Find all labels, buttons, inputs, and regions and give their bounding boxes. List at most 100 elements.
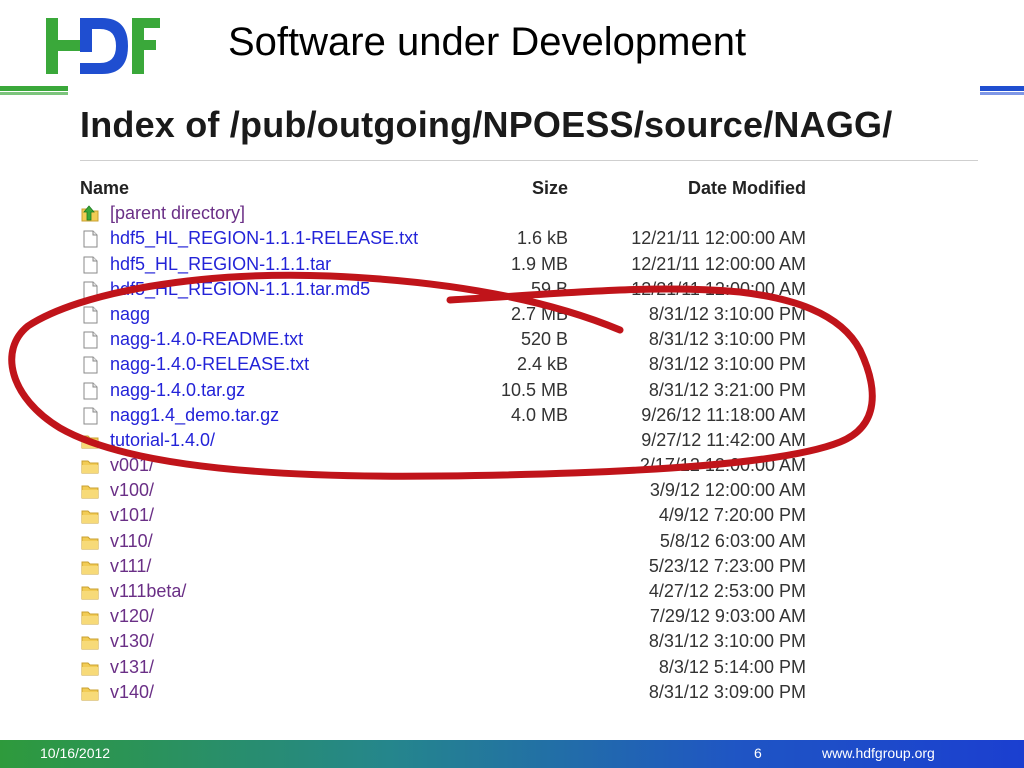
table-row: v111/5/23/12 7:23:00 PM bbox=[80, 554, 820, 579]
file-date-modified: 8/31/12 3:09:00 PM bbox=[648, 681, 806, 702]
file-icon bbox=[83, 382, 98, 399]
file-date-modified: 8/31/12 3:21:00 PM bbox=[648, 379, 806, 400]
file-link[interactable]: v110/ bbox=[110, 529, 153, 554]
file-size: 4.0 MB bbox=[510, 404, 568, 425]
file-link[interactable]: v120/ bbox=[110, 604, 154, 629]
file-link[interactable]: nagg bbox=[110, 302, 150, 327]
file-size: 10.5 MB bbox=[500, 379, 568, 400]
heading-divider bbox=[80, 160, 978, 161]
footer-url[interactable]: www.hdfgroup.org bbox=[822, 745, 935, 761]
file-icon bbox=[83, 331, 98, 349]
table-row: nagg-1.4.0-README.txt 520 B 8/31/12 3:10:0… bbox=[80, 327, 820, 352]
table-row: hdf5_HL_REGION-1.1.1-RELEASE.txt 1.6 kB 12… bbox=[80, 226, 820, 251]
file-size: 1.9 MB bbox=[510, 253, 568, 274]
header-accent-bar-left bbox=[0, 86, 68, 91]
table-row: v101/4/9/12 7:20:00 PM bbox=[80, 503, 820, 528]
file-date-modified: 3/9/12 12:00:00 AM bbox=[649, 480, 806, 501]
file-link[interactable]: hdf5_HL_REGION-1.1.1.tar bbox=[110, 252, 331, 277]
file-link[interactable]: nagg-1.4.0-RELEASE.txt bbox=[110, 352, 309, 377]
folder-icon bbox=[81, 510, 99, 524]
file-size: 2.7 MB bbox=[510, 303, 568, 324]
folder-icon bbox=[81, 611, 99, 625]
directory-listing: Name Size Date Modified [parent director… bbox=[80, 176, 820, 705]
file-date-modified: 8/3/12 5:14:00 PM bbox=[658, 656, 806, 677]
table-row: nagg 2.7 MB 8/31/12 3:10:00 PM bbox=[80, 302, 820, 327]
slide-footer: 10/16/2012 6 www.hdfgroup.org bbox=[0, 740, 1024, 768]
folder-icon bbox=[81, 536, 99, 550]
table-row: hdf5_HL_REGION-1.1.1.tar.md5 59 B 12/21/11… bbox=[80, 277, 820, 302]
file-size: 2.4 kB bbox=[516, 354, 568, 375]
file-size: 59 B bbox=[530, 278, 568, 299]
file-date-modified: 8/31/12 3:10:00 PM bbox=[648, 354, 806, 375]
column-header-size[interactable]: Size bbox=[532, 176, 568, 200]
file-icon bbox=[83, 306, 98, 324]
folder-icon bbox=[81, 561, 99, 575]
file-date-modified: 12/21/11 12:00:00 AM bbox=[631, 278, 806, 299]
table-row: nagg-1.4.0-RELEASE.txt 2.4 kB 8/31/12 3:10… bbox=[80, 352, 820, 377]
file-link[interactable]: v130/ bbox=[110, 629, 154, 654]
folder-icon bbox=[81, 485, 99, 499]
file-date-modified: 4/27/12 2:53:00 PM bbox=[648, 581, 806, 601]
file-link[interactable]: v101/ bbox=[110, 503, 154, 528]
file-link[interactable]: nagg1.4_demo.tar.gz bbox=[110, 403, 279, 428]
folder-icon bbox=[81, 435, 99, 449]
file-link[interactable]: v001/ bbox=[110, 453, 154, 478]
file-link[interactable]: v131/ bbox=[110, 655, 154, 680]
file-icon bbox=[83, 356, 98, 374]
folder-icon bbox=[81, 662, 99, 676]
index-heading: Index of /pub/outgoing/NPOESS/source/NAG… bbox=[80, 104, 893, 145]
file-date-modified: 9/27/12 11:42:00 AM bbox=[641, 429, 806, 450]
file-icon bbox=[83, 407, 98, 425]
listing-rows: [parent directory] hdf5_HL_REGION-1.1.1-R… bbox=[80, 201, 820, 705]
file-link[interactable]: v111/ bbox=[110, 554, 151, 579]
table-row: v120/7/29/12 9:03:00 AM bbox=[80, 604, 820, 629]
table-row: v001/2/17/12 12:00:00 AM bbox=[80, 453, 820, 478]
table-row: v111beta/4/27/12 2:53:00 PM bbox=[80, 579, 820, 604]
file-date-modified: 8/31/12 3:10:00 PM bbox=[648, 303, 806, 324]
table-row: nagg-1.4.0.tar.gz 10.5 MB 8/31/12 3:21:00 … bbox=[80, 378, 820, 403]
column-header-date[interactable]: Date Modified bbox=[688, 176, 806, 200]
file-icon bbox=[83, 230, 98, 248]
file-date-modified: 12/21/11 12:00:00 AM bbox=[631, 253, 806, 274]
folder-icon bbox=[81, 460, 99, 474]
file-link[interactable]: [parent directory] bbox=[110, 201, 245, 226]
parent-directory-icon bbox=[81, 205, 99, 222]
file-date-modified: 4/9/12 7:20:00 PM bbox=[658, 505, 806, 526]
file-link[interactable]: v140/ bbox=[110, 680, 154, 705]
file-link[interactable]: tutorial-1.4.0/ bbox=[110, 428, 215, 453]
hdf-logo bbox=[46, 18, 160, 74]
file-date-modified: 8/31/12 3:10:00 PM bbox=[648, 631, 806, 652]
file-size: 520 B bbox=[520, 329, 568, 350]
slide-title: Software under Development bbox=[228, 20, 747, 64]
footer-date: 10/16/2012 bbox=[40, 745, 111, 761]
folder-icon bbox=[81, 636, 99, 650]
file-link[interactable]: nagg-1.4.0.tar.gz bbox=[110, 378, 245, 403]
table-row: nagg1.4_demo.tar.gz 4.0 MB 9/26/12 11:18:0… bbox=[80, 403, 820, 428]
file-date-modified: 5/8/12 6:03:00 AM bbox=[659, 530, 806, 551]
file-date-modified: 7/29/12 9:03:00 AM bbox=[649, 606, 806, 627]
file-date-modified: 12/21/11 12:00:00 AM bbox=[631, 228, 806, 249]
file-link[interactable]: v111beta/ bbox=[110, 579, 186, 604]
table-row: tutorial-1.4.0/9/27/12 11:42:00 AM bbox=[80, 428, 820, 453]
file-icon bbox=[83, 281, 98, 299]
file-date-modified: 8/31/12 3:10:00 PM bbox=[648, 329, 806, 350]
table-row: v140/8/31/12 3:09:00 PM bbox=[80, 680, 820, 705]
file-date-modified: 9/26/12 11:18:00 AM bbox=[641, 404, 806, 425]
file-link[interactable]: v100/ bbox=[110, 478, 154, 503]
table-row: [parent directory] bbox=[80, 201, 820, 226]
file-link[interactable]: hdf5_HL_REGION-1.1.1.tar.md5 bbox=[110, 277, 370, 302]
file-link[interactable]: hdf5_HL_REGION-1.1.1-RELEASE.txt bbox=[110, 226, 418, 251]
listing-header-row: Name Size Date Modified bbox=[80, 176, 820, 201]
table-row: hdf5_HL_REGION-1.1.1.tar 1.9 MB 12/21/11 1… bbox=[80, 252, 820, 277]
table-row: v131/8/3/12 5:14:00 PM bbox=[80, 655, 820, 680]
footer-page-number: 6 bbox=[754, 745, 762, 761]
file-date-modified: 5/23/12 7:23:00 PM bbox=[648, 555, 806, 576]
table-row: v100/3/9/12 12:00:00 AM bbox=[80, 478, 820, 503]
header-accent-bar-right bbox=[980, 86, 1024, 91]
file-link[interactable]: nagg-1.4.0-README.txt bbox=[110, 327, 303, 352]
file-icon bbox=[83, 256, 98, 274]
header-accent-bar-left-secondary bbox=[0, 92, 68, 95]
folder-icon bbox=[81, 586, 99, 600]
column-header-name[interactable]: Name bbox=[80, 176, 129, 200]
file-date-modified: 2/17/12 12:00:00 AM bbox=[639, 455, 806, 476]
